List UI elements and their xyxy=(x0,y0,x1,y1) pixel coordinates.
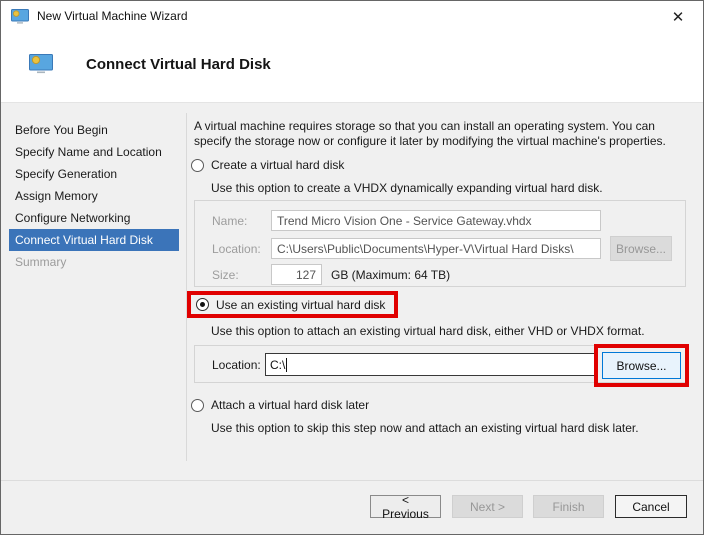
annotation-box-browse: Browse... xyxy=(594,344,689,387)
sidebar-item-configure-networking[interactable]: Configure Networking xyxy=(1,207,186,229)
titlebar: New Virtual Machine Wizard ✕ xyxy=(1,1,703,32)
body: Before You Begin Specify Name and Locati… xyxy=(1,102,703,535)
sidebar-divider xyxy=(186,113,187,461)
create-browse-button[interactable]: Browse... xyxy=(610,236,672,261)
text-caret xyxy=(286,358,287,372)
sidebar-item-summary[interactable]: Summary xyxy=(1,251,186,273)
radio-attach-later[interactable]: Attach a virtual hard disk later xyxy=(191,398,369,412)
sidebar-item-specify-generation[interactable]: Specify Generation xyxy=(1,163,186,185)
name-label: Name: xyxy=(212,214,247,228)
create-location-label: Location: xyxy=(212,242,261,256)
radio-create-virtual-hard-disk[interactable]: Create a virtual hard disk xyxy=(191,158,344,172)
create-location-input[interactable] xyxy=(271,238,601,259)
app-icon xyxy=(11,9,29,29)
banner: Connect Virtual Hard Disk xyxy=(1,32,703,102)
cancel-button[interactable]: Cancel xyxy=(615,495,687,518)
radio-checked-icon[interactable] xyxy=(196,298,209,311)
radio-existing-label[interactable]: Use an existing virtual hard disk xyxy=(216,298,385,312)
sidebar-item-assign-memory[interactable]: Assign Memory xyxy=(1,185,186,207)
page-title: Connect Virtual Hard Disk xyxy=(86,56,271,73)
existing-location-label: Location: xyxy=(212,358,261,372)
size-input[interactable] xyxy=(271,264,322,285)
next-button[interactable]: Next > xyxy=(452,495,523,518)
size-suffix: GB (Maximum: 64 TB) xyxy=(331,268,450,282)
size-label: Size: xyxy=(212,268,239,282)
create-disk-fields-group: Name: Location: Browse... Size: GB (Maxi… xyxy=(194,200,686,287)
radio-unchecked-icon xyxy=(191,159,204,172)
sidebar-item-connect-virtual-hard-disk[interactable]: Connect Virtual Hard Disk xyxy=(9,229,179,251)
name-input[interactable] xyxy=(271,210,601,231)
radio-later-label: Attach a virtual hard disk later xyxy=(211,398,369,412)
sidebar-item-specify-name-and-location[interactable]: Specify Name and Location xyxy=(1,141,186,163)
existing-location-input[interactable]: C:\ xyxy=(265,353,597,376)
wizard-window: New Virtual Machine Wizard ✕ Connect Vir… xyxy=(0,0,704,535)
intro-text: A virtual machine requires storage so th… xyxy=(194,119,682,149)
create-description: Use this option to create a VHDX dynamic… xyxy=(211,181,603,195)
footer-divider xyxy=(1,480,703,481)
radio-unchecked-icon xyxy=(191,399,204,412)
existing-description: Use this option to attach an existing vi… xyxy=(211,324,645,338)
previous-button[interactable]: < Previous xyxy=(370,495,441,518)
annotation-box-existing-radio: Use an existing virtual hard disk xyxy=(187,291,398,318)
wizard-monitor-icon xyxy=(29,54,53,79)
existing-browse-button[interactable]: Browse... xyxy=(602,352,681,379)
later-description: Use this option to skip this step now an… xyxy=(211,421,639,435)
close-icon: ✕ xyxy=(672,8,685,26)
sidebar-item-before-you-begin[interactable]: Before You Begin xyxy=(1,119,186,141)
existing-location-value: C:\ xyxy=(270,358,285,372)
sidebar: Before You Begin Specify Name and Locati… xyxy=(1,119,186,273)
window-title: New Virtual Machine Wizard xyxy=(37,1,188,32)
finish-button[interactable]: Finish xyxy=(533,495,604,518)
close-button[interactable]: ✕ xyxy=(663,1,693,32)
radio-create-label: Create a virtual hard disk xyxy=(211,158,344,172)
